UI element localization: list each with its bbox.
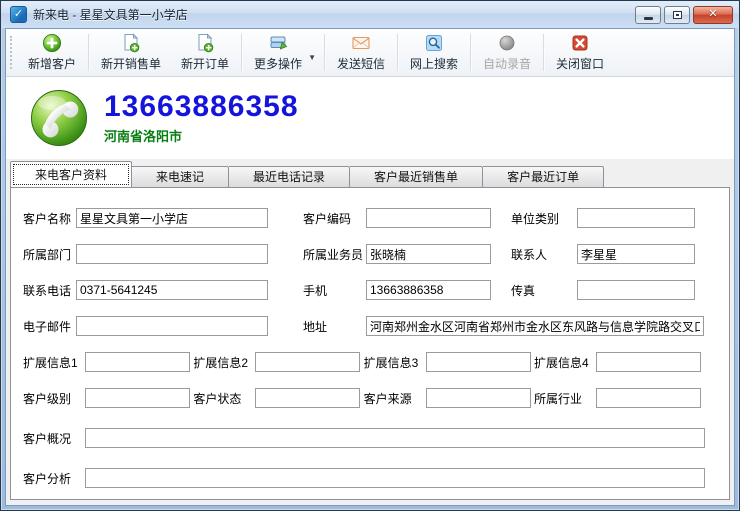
- customer-code-field[interactable]: [366, 208, 491, 228]
- ext1-field[interactable]: [85, 352, 190, 372]
- toolbar-separator: [397, 34, 398, 71]
- fax-label: 传真: [511, 282, 577, 299]
- toolbar-separator: [324, 34, 325, 71]
- caller-phone-number: 13663886358: [104, 91, 299, 123]
- department-field[interactable]: [76, 244, 268, 264]
- new-sales-doc-icon: [121, 33, 141, 53]
- customer-status-label: 客户状态: [193, 390, 255, 407]
- maximize-button[interactable]: [664, 6, 690, 24]
- ext1-label: 扩展信息1: [23, 354, 85, 371]
- salesperson-field[interactable]: [366, 244, 491, 264]
- toolbar-button-label: 关闭窗口: [556, 55, 604, 72]
- auto-record-button: 自动录音: [473, 29, 541, 76]
- tab-area: 来电客户资料 来电速记 最近电话记录 客户最近销售单 客户最近订单 客户名称 客…: [6, 159, 734, 505]
- send-sms-button[interactable]: 发送短信: [327, 29, 395, 76]
- ext2-field[interactable]: [255, 352, 360, 372]
- new-order-doc-icon: [195, 33, 215, 53]
- toolbar-separator: [543, 34, 544, 71]
- tab-call-notes[interactable]: 来电速记: [132, 166, 229, 188]
- tab-strip: 来电客户资料 来电速记 最近电话记录 客户最近销售单 客户最近订单: [10, 161, 730, 188]
- industry-field[interactable]: [596, 388, 701, 408]
- customer-overview-label: 客户概况: [23, 430, 85, 447]
- toolbar-button-label: 新开销售单: [101, 55, 161, 72]
- web-search-button[interactable]: 网上搜索: [400, 29, 468, 76]
- send-sms-icon: [351, 33, 371, 53]
- toolbar-button-label: 发送短信: [337, 55, 385, 72]
- caller-panel: 13663886358 河南省洛阳市: [6, 77, 734, 159]
- customer-info-form: 客户名称 客户编码 单位类别 所属部门 所属业务员 联系人 联系电话: [10, 187, 730, 500]
- mobile-label: 手机: [303, 282, 366, 299]
- customer-level-label: 客户级别: [23, 390, 85, 407]
- add-customer-button[interactable]: 新增客户: [18, 29, 86, 76]
- toolbar-separator: [88, 34, 89, 71]
- customer-status-field[interactable]: [255, 388, 360, 408]
- ext4-field[interactable]: [596, 352, 701, 372]
- incoming-call-window: ✓ 新来电 - 星星文具第一小学店 ✕ 新增客户: [0, 0, 740, 511]
- customer-analysis-field[interactable]: [85, 468, 705, 488]
- contact-label: 联系人: [511, 246, 577, 263]
- tab-recent-call-records[interactable]: 最近电话记录: [229, 166, 350, 188]
- toolbar-button-label: 自动录音: [483, 55, 531, 72]
- ext3-field[interactable]: [426, 352, 531, 372]
- industry-label: 所属行业: [534, 390, 596, 407]
- fax-field[interactable]: [577, 280, 695, 300]
- more-actions-button[interactable]: 更多操作: [244, 29, 312, 76]
- toolbar-separator: [470, 34, 471, 71]
- client-area: 新增客户 新开销售单: [5, 28, 735, 506]
- close-button[interactable]: ✕: [693, 6, 733, 24]
- customer-name-label: 客户名称: [23, 210, 76, 227]
- window-title: 新来电 - 星星文具第一小学店: [33, 6, 635, 23]
- minimize-button[interactable]: [635, 6, 661, 24]
- contact-phone-field[interactable]: [76, 280, 268, 300]
- close-window-button[interactable]: 关闭窗口: [546, 29, 614, 76]
- address-field[interactable]: [366, 316, 704, 336]
- green-phone-icon: [30, 89, 88, 147]
- customer-level-field[interactable]: [85, 388, 190, 408]
- toolbar-separator: [241, 34, 242, 71]
- unit-category-field[interactable]: [577, 208, 695, 228]
- toolbar-button-label: 新开订单: [181, 55, 229, 72]
- close-window-icon: [570, 33, 590, 53]
- tab-recent-orders[interactable]: 客户最近订单: [483, 166, 604, 188]
- customer-code-label: 客户编码: [303, 210, 366, 227]
- toolbar-button-label: 新增客户: [28, 55, 76, 72]
- close-icon: ✕: [708, 9, 717, 20]
- more-actions-icon: [268, 33, 288, 53]
- contact-phone-label: 联系电话: [23, 282, 76, 299]
- tab-recent-sales-orders[interactable]: 客户最近销售单: [350, 166, 483, 188]
- toolbar: 新增客户 新开销售单: [6, 29, 734, 77]
- mobile-field[interactable]: [366, 280, 491, 300]
- caller-app-icon: ✓: [10, 6, 27, 23]
- caller-location: 河南省洛阳市: [104, 126, 299, 145]
- toolbar-button-label: 更多操作: [254, 55, 302, 72]
- auto-record-icon: [497, 33, 517, 53]
- customer-name-field[interactable]: [76, 208, 268, 228]
- email-field[interactable]: [76, 316, 268, 336]
- maximize-icon: [673, 11, 682, 19]
- toolbar-gripper: [10, 36, 15, 69]
- customer-source-field[interactable]: [426, 388, 531, 408]
- customer-overview-field[interactable]: [85, 428, 705, 448]
- add-customer-icon: [42, 33, 62, 53]
- contact-field[interactable]: [577, 244, 695, 264]
- web-search-icon: [424, 33, 444, 53]
- tab-caller-customer-info[interactable]: 来电客户资料: [10, 161, 132, 188]
- unit-category-label: 单位类别: [511, 210, 577, 227]
- toolbar-button-label: 网上搜索: [410, 55, 458, 72]
- email-label: 电子邮件: [23, 318, 76, 335]
- salesperson-label: 所属业务员: [303, 246, 366, 263]
- title-bar: ✓ 新来电 - 星星文具第一小学店 ✕: [1, 1, 739, 28]
- new-order-button[interactable]: 新开订单: [171, 29, 239, 76]
- department-label: 所属部门: [23, 246, 76, 263]
- address-label: 地址: [303, 318, 366, 335]
- new-sales-order-button[interactable]: 新开销售单: [91, 29, 171, 76]
- ext3-label: 扩展信息3: [364, 354, 426, 371]
- customer-analysis-label: 客户分析: [23, 470, 85, 487]
- customer-source-label: 客户来源: [364, 390, 426, 407]
- ext4-label: 扩展信息4: [534, 354, 596, 371]
- ext2-label: 扩展信息2: [193, 354, 255, 371]
- minimize-icon: [644, 17, 653, 20]
